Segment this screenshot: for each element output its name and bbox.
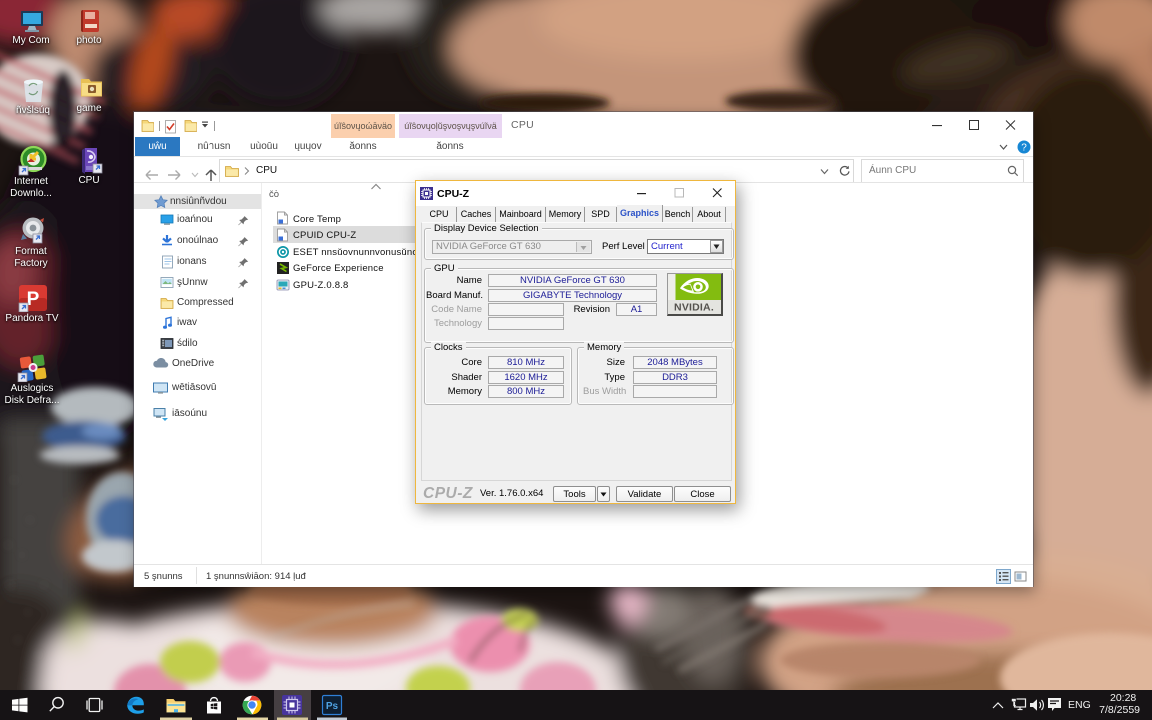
svg-text:Ps: Ps	[326, 701, 339, 712]
svg-text:P: P	[27, 289, 40, 310]
svg-text:NVIDIA.: NVIDIA.	[674, 302, 714, 314]
svg-text:?: ?	[1021, 143, 1027, 154]
